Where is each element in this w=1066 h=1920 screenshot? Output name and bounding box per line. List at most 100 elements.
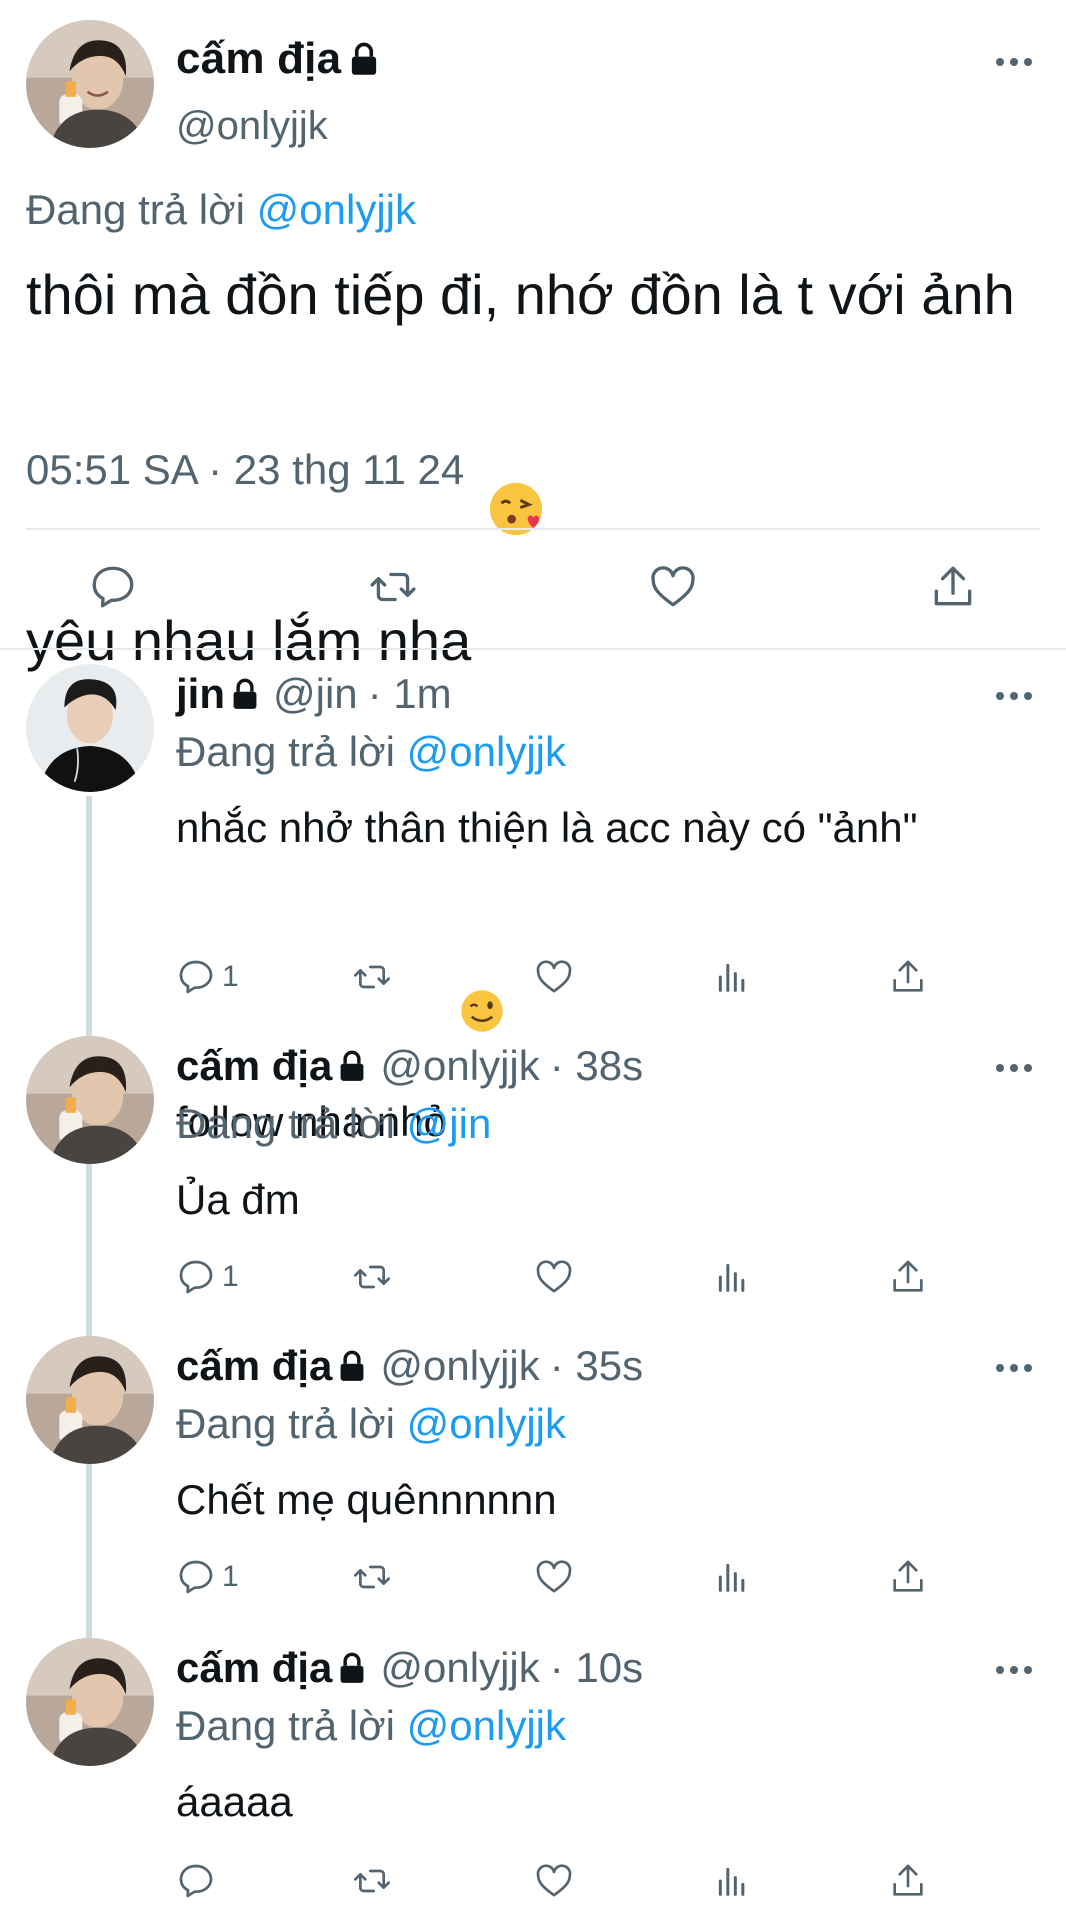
- replying-to-label: Đang trả lời: [176, 728, 395, 775]
- more-options-icon[interactable]: [994, 1060, 1034, 1076]
- reply-action[interactable]: 1: [176, 1256, 239, 1298]
- section-divider: [0, 648, 1066, 650]
- like-action[interactable]: [534, 956, 574, 998]
- reply-author-name[interactable]: cấm địa: [176, 1342, 332, 1390]
- reply-header: cấm địa @onlyjjk · 35s: [176, 1342, 643, 1390]
- reply-icon[interactable]: [176, 1557, 216, 1597]
- reply-author-name[interactable]: cấm địa: [176, 1644, 332, 1692]
- retweet-icon[interactable]: [352, 957, 392, 997]
- views-action[interactable]: [712, 956, 752, 998]
- replying-to: Đang trả lời @onlyjjk: [176, 728, 566, 776]
- share-icon[interactable]: [888, 957, 928, 997]
- reply-actions: 1: [0, 1556, 1066, 1606]
- share-icon[interactable]: [888, 1557, 928, 1597]
- reply-action[interactable]: 1: [176, 956, 239, 998]
- reply-author-handle[interactable]: @onlyjjk: [380, 1644, 539, 1692]
- reply-action[interactable]: [176, 1860, 222, 1902]
- winking-face-emoji: [459, 860, 505, 1032]
- like-action[interactable]: [534, 1860, 574, 1902]
- share-icon[interactable]: [928, 562, 978, 612]
- reply-time[interactable]: · 35s: [550, 1342, 643, 1390]
- retweet-action[interactable]: [352, 1556, 392, 1598]
- reply-avatar[interactable]: [26, 1036, 154, 1164]
- reply-actions: 1: [0, 956, 1066, 1006]
- replying-to-handle[interactable]: @onlyjjk: [407, 1400, 566, 1447]
- reply-count: 1: [222, 960, 239, 993]
- replying-to-handle[interactable]: @onlyjjk: [407, 728, 566, 775]
- views-action[interactable]: [712, 1556, 752, 1598]
- retweet-action[interactable]: [352, 1256, 392, 1298]
- reply-actions: 1: [0, 1256, 1066, 1306]
- reply-icon[interactable]: [176, 957, 216, 997]
- views-action[interactable]: [712, 1860, 752, 1902]
- analytics-icon[interactable]: [712, 1861, 752, 1901]
- like-icon[interactable]: [534, 1557, 574, 1597]
- reply-time[interactable]: · 10s: [550, 1644, 643, 1692]
- author-name-row[interactable]: cấm địa: [176, 34, 379, 84]
- reply-time[interactable]: · 1m: [368, 670, 452, 718]
- lock-icon: [338, 1050, 366, 1082]
- like-action[interactable]: [534, 1256, 574, 1298]
- replying-to-handle[interactable]: @jin: [407, 1100, 492, 1147]
- analytics-icon[interactable]: [712, 957, 752, 997]
- retweet-icon[interactable]: [368, 562, 418, 612]
- author-handle[interactable]: @onlyjjk: [176, 104, 328, 149]
- replying-to: Đang trả lời @onlyjjk: [176, 1400, 566, 1448]
- share-action[interactable]: [888, 1256, 928, 1298]
- share-icon[interactable]: [888, 1861, 928, 1901]
- more-options-icon[interactable]: [994, 688, 1034, 704]
- like-icon[interactable]: [534, 957, 574, 997]
- lock-icon: [231, 678, 259, 710]
- retweet-icon[interactable]: [352, 1257, 392, 1297]
- reply-author-name[interactable]: cấm địa: [176, 1042, 332, 1090]
- like-icon[interactable]: [534, 1861, 574, 1901]
- reply-author-handle[interactable]: @jin: [273, 670, 358, 718]
- reply-text: Chết mẹ quênnnnnn: [176, 1476, 557, 1523]
- retweet-icon[interactable]: [352, 1557, 392, 1597]
- like-icon[interactable]: [534, 1257, 574, 1297]
- share-action[interactable]: [888, 956, 928, 998]
- retweet-icon[interactable]: [352, 1861, 392, 1901]
- replying-to-label: Đang trả lời: [26, 186, 245, 233]
- reply-avatar[interactable]: [26, 1336, 154, 1464]
- reply-action[interactable]: 1: [176, 1556, 239, 1598]
- replying-to-handle[interactable]: @onlyjjk: [257, 186, 416, 233]
- reply-icon[interactable]: [176, 1257, 216, 1297]
- replying-to-handle[interactable]: @onlyjjk: [407, 1702, 566, 1749]
- views-action[interactable]: [712, 1256, 752, 1298]
- share-icon[interactable]: [888, 1257, 928, 1297]
- replying-to: Đang trả lời @onlyjjk: [26, 186, 416, 234]
- replying-to-label: Đang trả lời: [176, 1400, 395, 1447]
- author-name[interactable]: cấm địa: [176, 34, 341, 84]
- retweet-action[interactable]: [352, 1860, 392, 1902]
- more-options-icon[interactable]: [994, 1662, 1034, 1678]
- avatar-photo-icon: [26, 664, 154, 792]
- reply-icon[interactable]: [176, 1861, 216, 1901]
- avatar-photo-icon: [26, 1638, 154, 1766]
- analytics-icon[interactable]: [712, 1557, 752, 1597]
- reply-avatar[interactable]: [26, 664, 154, 792]
- reply-header: cấm địa @onlyjjk · 10s: [176, 1644, 643, 1692]
- like-icon[interactable]: [648, 562, 698, 612]
- share-action[interactable]: [888, 1860, 928, 1902]
- avatar-photo-icon: [26, 1336, 154, 1464]
- tweet-timestamp[interactable]: 05:51 SA · 23 thg 11 24: [26, 446, 464, 494]
- author-avatar[interactable]: [26, 20, 154, 148]
- more-options-icon[interactable]: [994, 1360, 1034, 1376]
- reply-icon[interactable]: [88, 562, 138, 612]
- reply-author-handle[interactable]: @onlyjjk: [380, 1342, 539, 1390]
- reply-author-handle[interactable]: @onlyjjk: [380, 1042, 539, 1090]
- share-action[interactable]: [888, 1556, 928, 1598]
- face-blowing-kiss-emoji: [487, 332, 545, 536]
- reply-avatar[interactable]: [26, 1638, 154, 1766]
- like-action[interactable]: [534, 1556, 574, 1598]
- reply-count: 1: [222, 1560, 239, 1593]
- reply-time[interactable]: · 38s: [550, 1042, 643, 1090]
- reply-actions: [0, 1860, 1066, 1910]
- reply-author-name[interactable]: jin: [176, 670, 225, 718]
- reply-header: jin @jin · 1m: [176, 670, 452, 718]
- more-options-icon[interactable]: [994, 54, 1034, 70]
- analytics-icon[interactable]: [712, 1257, 752, 1297]
- reply-header: cấm địa @onlyjjk · 38s: [176, 1042, 643, 1090]
- retweet-action[interactable]: [352, 956, 392, 998]
